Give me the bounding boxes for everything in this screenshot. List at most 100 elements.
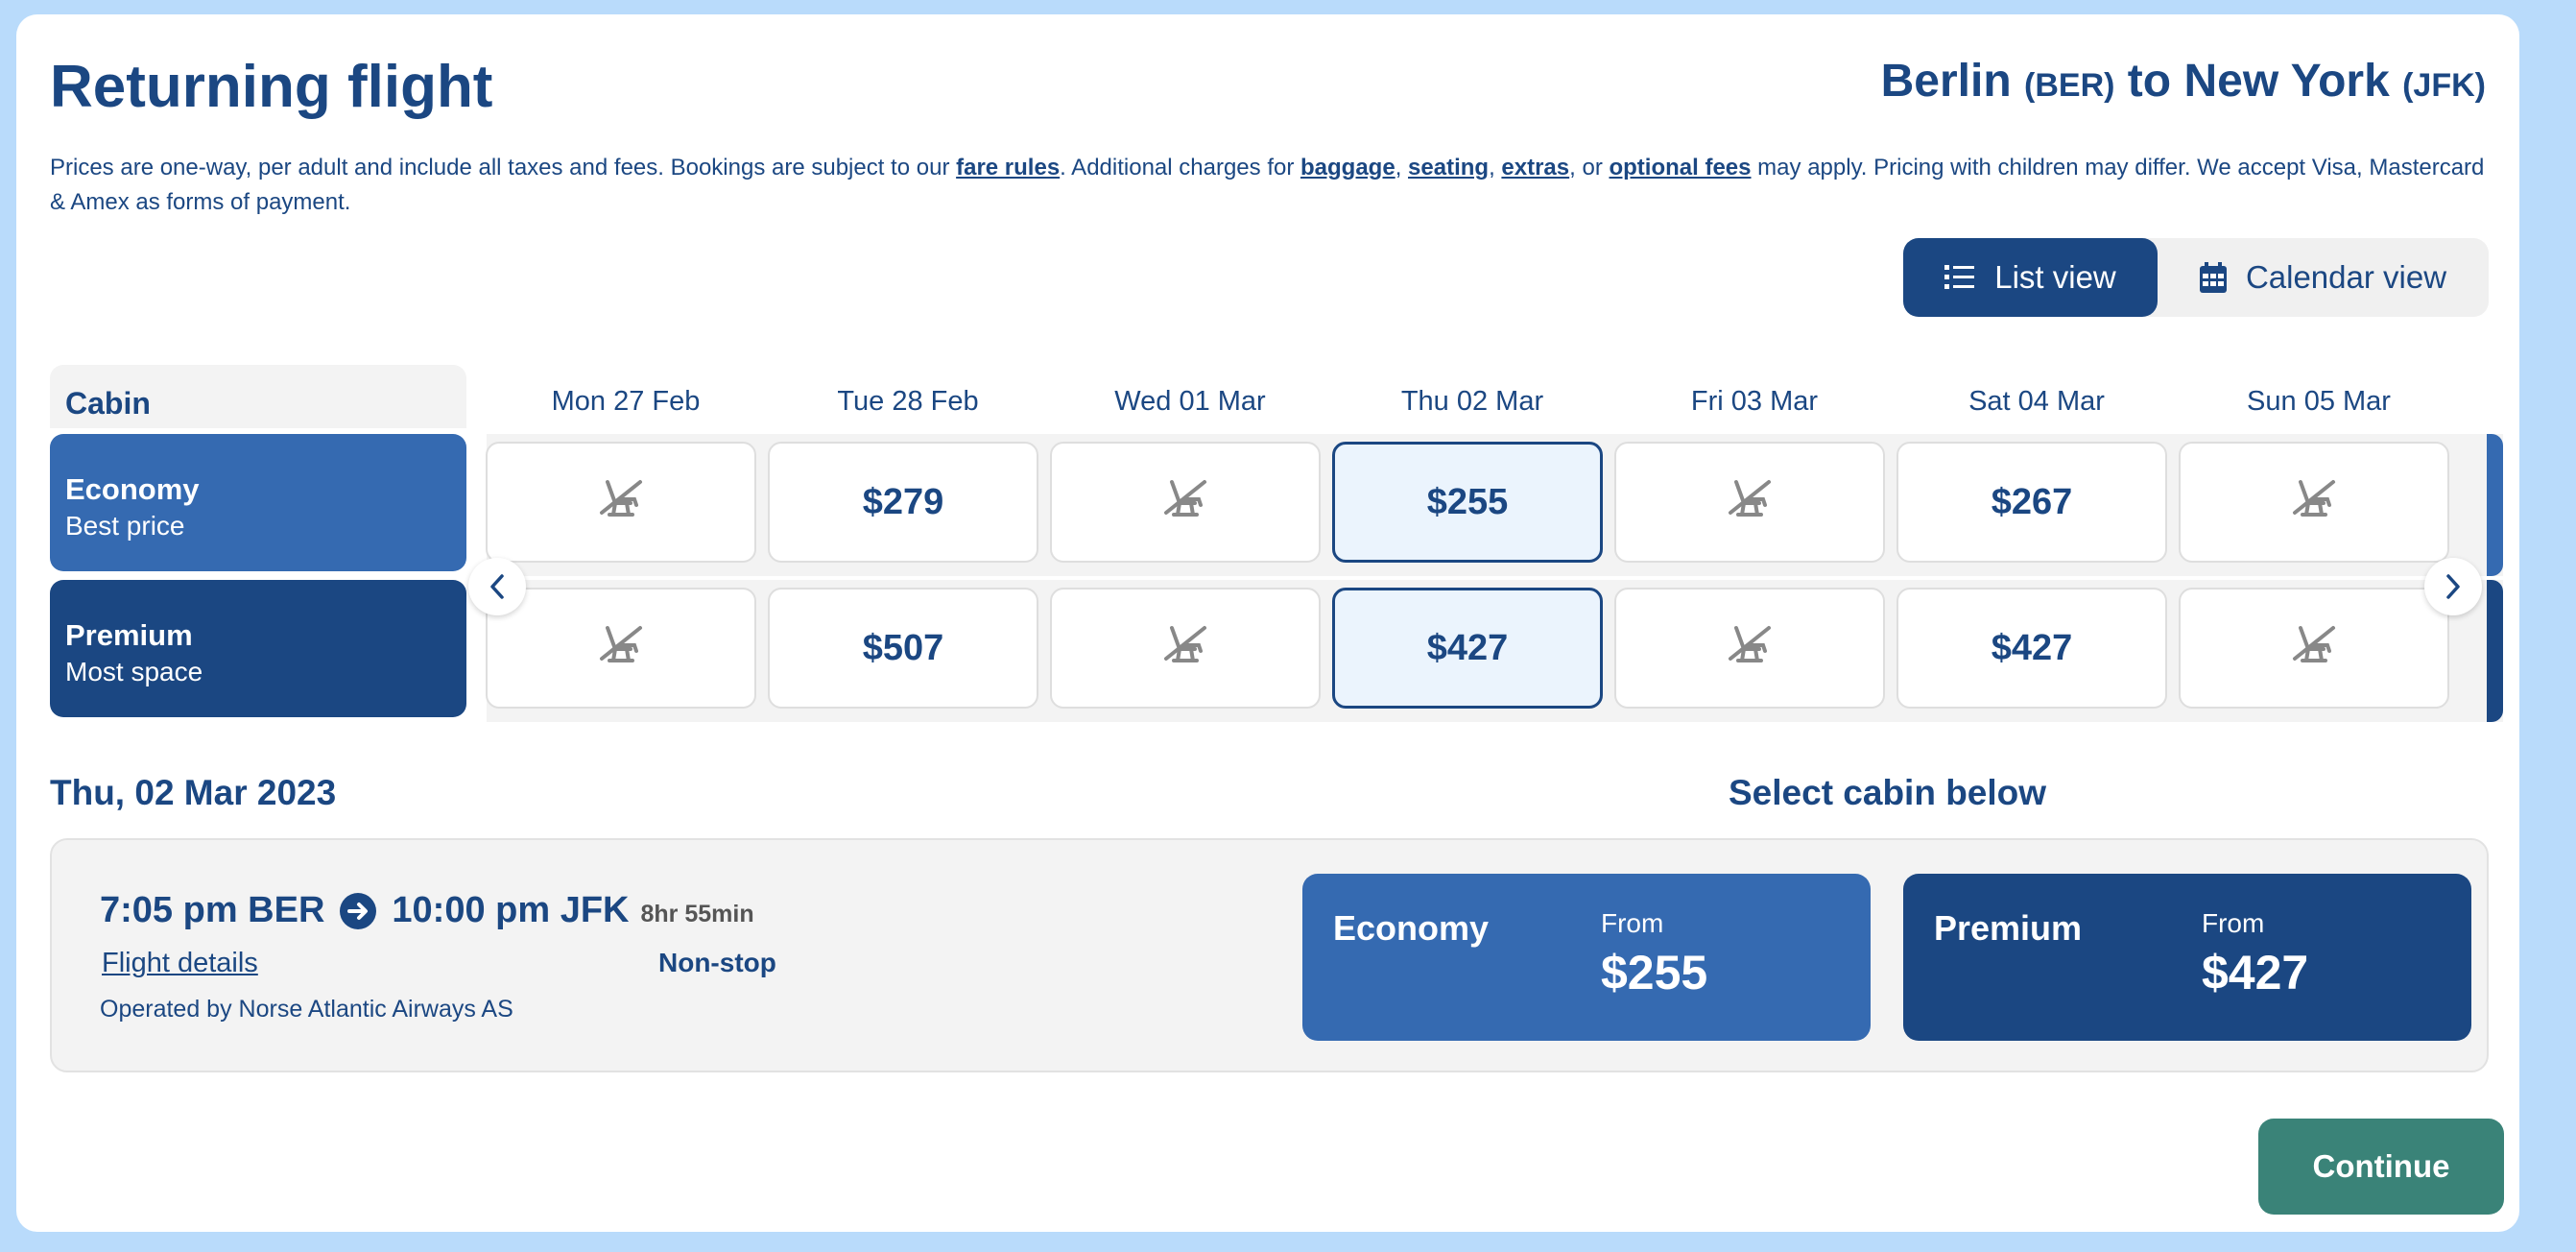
destination-city: New York xyxy=(2183,56,2390,107)
fare-price xyxy=(598,476,644,528)
no-flight-seat-icon xyxy=(1164,480,1206,517)
economy-fare-button[interactable]: Economy From $255 xyxy=(1302,874,1871,1041)
cabin-name: Premium xyxy=(65,618,193,652)
notice-separator: , xyxy=(1489,155,1502,181)
date-header-row: Mon 27 Feb Tue 28 Feb Wed 01 Mar Thu 02 … xyxy=(487,365,2483,428)
no-flight-seat-icon xyxy=(1729,626,1771,662)
fare-price: $255 xyxy=(1426,481,1509,522)
continue-button[interactable]: Continue xyxy=(2258,1119,2504,1215)
fare-cell[interactable] xyxy=(1050,442,1321,563)
flight-times: 7:05 pm BER 10:00 pm JFK 8hr 55min xyxy=(100,890,754,931)
flight-duration: 8hr 55min xyxy=(640,901,754,927)
fare-cell[interactable] xyxy=(2179,588,2449,709)
day-label: Mon 27 Feb xyxy=(551,386,701,417)
economy-cabin-label: Economy Best price xyxy=(50,434,466,571)
optional-fees-link[interactable]: optional fees xyxy=(1609,155,1751,181)
notice-text: Prices are one-way, per adult and includ… xyxy=(50,155,957,181)
fare-price: $427 xyxy=(1991,627,2073,668)
flight-option: 7:05 pm BER 10:00 pm JFK 8hr 55min Fligh… xyxy=(50,838,2489,1072)
selected-date-heading: Thu, 02 Mar 2023 xyxy=(50,773,337,812)
fare-price: $427 xyxy=(2202,946,2309,999)
fare-cabin-name: Premium xyxy=(1934,908,2083,948)
fare-cell-selected[interactable]: $427 xyxy=(1332,588,1603,709)
fare-cabin-name: Economy xyxy=(1333,908,1490,948)
fare-cell[interactable]: $427 xyxy=(1896,588,2167,709)
flight-details-link[interactable]: Flight details xyxy=(102,948,258,979)
no-flight-seat-icon xyxy=(1729,480,1771,517)
previous-dates-button[interactable] xyxy=(468,558,526,615)
stops-label: Non-stop xyxy=(658,948,776,977)
origin-city: Berlin xyxy=(1880,56,2012,107)
fare-cell-selected[interactable]: $255 xyxy=(1332,442,1603,563)
view-toggle: List view Calendar view xyxy=(1903,238,2489,317)
premium-fare-button[interactable]: Premium From $427 xyxy=(1903,874,2471,1041)
fare-cell[interactable] xyxy=(486,588,756,709)
fare-price xyxy=(1727,622,1773,674)
fare-price xyxy=(598,622,644,674)
fare-price xyxy=(2291,476,2337,528)
calendar-view-button[interactable]: Calendar view xyxy=(2158,238,2489,317)
list-view-button[interactable]: List view xyxy=(1903,238,2158,317)
chevron-right-icon xyxy=(2446,574,2460,599)
fare-from-label: From xyxy=(1601,908,1664,938)
fare-price xyxy=(1162,622,1208,674)
no-flight-seat-icon xyxy=(1164,626,1206,662)
fare-price: $255 xyxy=(1601,946,1708,999)
arrow-right-circle-icon xyxy=(340,892,377,929)
chevron-left-icon xyxy=(490,574,504,599)
fare-rules-link[interactable]: fare rules xyxy=(956,155,1060,181)
list-view-label: List view xyxy=(1994,259,2116,295)
fare-price: $279 xyxy=(862,481,944,522)
calendar-view-label: Calendar view xyxy=(2245,259,2447,295)
premium-row-edge xyxy=(2487,580,2503,722)
seating-link[interactable]: seating xyxy=(1408,155,1489,181)
destination-code: (JFK) xyxy=(2402,67,2486,104)
day-label: Tue 28 Feb xyxy=(837,386,979,417)
fare-cell[interactable] xyxy=(1050,588,1321,709)
cabin-name: Economy xyxy=(65,472,200,506)
economy-row-edge xyxy=(2487,434,2503,576)
route-connector: to xyxy=(2127,56,2172,107)
flight-selection-card: Returning flight Berlin (BER) to New Yor… xyxy=(16,14,2519,1232)
fare-cell[interactable]: $507 xyxy=(768,588,1038,709)
fare-price xyxy=(1727,476,1773,528)
operator-text: Operated by Norse Atlantic Airways AS xyxy=(100,996,513,1023)
fare-cell[interactable]: $267 xyxy=(1896,442,2167,563)
fare-cell[interactable]: $279 xyxy=(768,442,1038,563)
fare-cell[interactable] xyxy=(1614,588,1885,709)
day-label: Sat 04 Mar xyxy=(1968,386,2105,417)
day-label: Sun 05 Mar xyxy=(2247,386,2391,417)
fare-price: $507 xyxy=(862,627,944,668)
cabin-subtitle: Most space xyxy=(65,657,203,686)
fare-cell[interactable] xyxy=(2179,442,2449,563)
page-title: Returning flight xyxy=(50,54,493,120)
select-cabin-heading: Select cabin below xyxy=(1729,773,2047,812)
premium-cabin-label: Premium Most space xyxy=(50,580,466,717)
day-label: Thu 02 Mar xyxy=(1400,386,1544,417)
route-heading: Berlin (BER) to New York (JFK) xyxy=(1881,55,2486,108)
fare-cell[interactable] xyxy=(486,442,756,563)
extras-link[interactable]: extras xyxy=(1501,155,1569,181)
fare-price xyxy=(1162,476,1208,528)
calendar-icon xyxy=(2199,262,2227,293)
no-flight-seat-icon xyxy=(600,480,642,517)
cabin-column-header: Cabin xyxy=(50,365,466,428)
arrival-time: 10:00 pm JFK xyxy=(392,890,630,930)
next-dates-button[interactable] xyxy=(2424,558,2482,615)
no-flight-seat-icon xyxy=(2293,480,2335,517)
departure-time: 7:05 pm BER xyxy=(100,890,325,930)
day-label: Wed 01 Mar xyxy=(1114,386,1266,417)
cabin-subtitle: Best price xyxy=(65,511,185,541)
baggage-link[interactable]: baggage xyxy=(1300,155,1395,181)
notice-separator: , xyxy=(1395,155,1409,181)
list-icon xyxy=(1944,265,1975,289)
notice-separator: , or xyxy=(1569,155,1610,181)
origin-code: (BER) xyxy=(2024,67,2115,104)
fare-from-label: From xyxy=(2202,908,2265,938)
day-label: Fri 03 Mar xyxy=(1690,386,1819,417)
no-flight-seat-icon xyxy=(600,626,642,662)
fare-price: $267 xyxy=(1991,481,2073,522)
fare-price: $427 xyxy=(1426,627,1509,668)
pricing-notice: Prices are one-way, per adult and includ… xyxy=(50,151,2488,220)
fare-cell[interactable] xyxy=(1614,442,1885,563)
